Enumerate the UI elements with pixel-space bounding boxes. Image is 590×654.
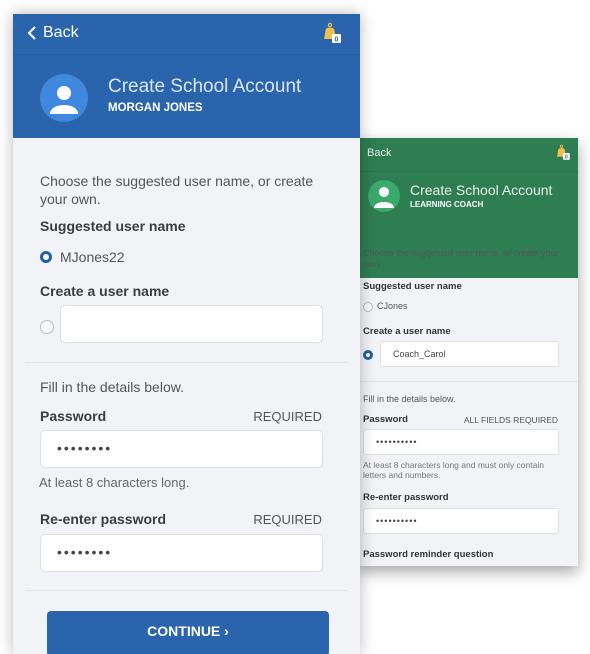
notification-bell-icon[interactable]: 0: [320, 22, 344, 46]
suggested-username-value: CJones: [377, 301, 408, 311]
back-button[interactable]: Back: [367, 147, 391, 159]
suggested-username-label: Suggested user name: [40, 218, 186, 234]
reenter-required-note: REQUIRED: [253, 512, 322, 527]
avatar: [368, 180, 400, 212]
learning-coach-panel: Back 0 Create School Account LEARNING CO…: [358, 138, 578, 566]
divider: [25, 362, 348, 363]
all-fields-required-note: ALL FIELDS REQUIRED: [463, 415, 558, 425]
password-reminder-label: Password reminder question: [363, 549, 494, 560]
create-username-radio[interactable]: [363, 350, 373, 360]
divider: [358, 381, 578, 382]
password-input[interactable]: ••••••••••: [363, 429, 559, 455]
suggested-username-radio[interactable]: [40, 251, 52, 263]
intro-text: Choose the suggested user name, or creat…: [40, 173, 314, 207]
suggested-username-value: MJones22: [60, 249, 125, 265]
details-intro: Fill in the details below.: [40, 379, 184, 395]
details-intro: Fill in the details below.: [363, 394, 456, 404]
avatar: [40, 74, 88, 122]
suggested-username-option[interactable]: MJones22: [40, 248, 125, 266]
suggested-username-label: Suggested user name: [363, 281, 462, 292]
back-button[interactable]: Back: [27, 24, 79, 42]
notification-count: 0: [565, 155, 568, 161]
reenter-password-label: Re-enter password: [40, 511, 167, 527]
continue-button[interactable]: CONTINUE ›: [47, 611, 329, 654]
top-bar: Back 0: [358, 138, 578, 172]
top-bar: Back 0: [13, 14, 360, 55]
notification-count: 0: [335, 37, 339, 44]
create-username-input[interactable]: Coach_Carol: [380, 341, 559, 367]
reenter-password-label: Re-enter password: [363, 492, 449, 503]
reenter-password-input[interactable]: ••••••••••: [363, 508, 559, 534]
chevron-left-icon: [27, 26, 36, 40]
suggested-username-radio[interactable]: [363, 301, 373, 312]
create-username-label: Create a user name: [40, 283, 170, 299]
header: Back 0 Create School Account MORGAN JONE…: [13, 14, 360, 138]
account-subtitle: MORGAN JONES: [108, 102, 203, 114]
reenter-password-input[interactable]: ••••••••: [40, 534, 323, 572]
intro-text: Choose the suggested user name, or creat…: [363, 248, 559, 269]
page-title: Create School Account: [410, 182, 553, 198]
password-label: Password: [40, 408, 107, 424]
account-subtitle: LEARNING COACH: [410, 200, 484, 209]
student-panel: Back 0 Create School Account MORGAN JONE…: [13, 14, 360, 654]
password-required-note: REQUIRED: [253, 409, 322, 424]
notification-bell-icon[interactable]: 0: [554, 144, 572, 162]
user-icon: [50, 86, 78, 114]
page-title: Create School Account: [108, 76, 302, 97]
password-input[interactable]: ••••••••: [40, 430, 323, 468]
password-hint: At least 8 characters long and must only…: [363, 460, 544, 480]
create-username-radio[interactable]: [40, 320, 54, 334]
divider: [25, 590, 348, 591]
back-label: Back: [43, 24, 79, 41]
password-hint: At least 8 characters long.: [39, 475, 190, 490]
password-label: Password: [363, 414, 408, 425]
suggested-username-option[interactable]: CJones: [363, 301, 408, 312]
create-username-label: Create a user name: [363, 326, 451, 337]
create-username-input[interactable]: [60, 305, 323, 343]
user-icon: [374, 187, 394, 208]
